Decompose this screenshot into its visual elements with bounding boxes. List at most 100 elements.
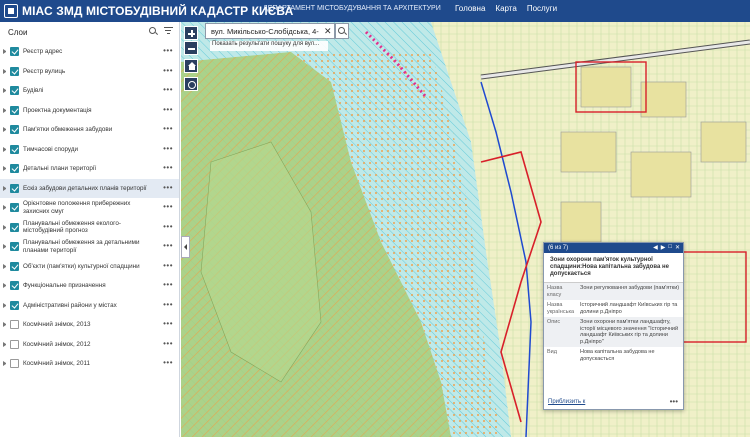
expand-arrow-icon[interactable]: [3, 302, 7, 308]
popup-header: (6 из 7) ◀ ▶ □ ✕: [544, 243, 683, 253]
layer-checkbox[interactable]: [10, 300, 19, 310]
layer-label: Об'єкти (пам'ятки) культурної спадщини: [23, 262, 140, 270]
search-suggestion[interactable]: Показать результати пошуку для вул...: [210, 41, 328, 51]
locate-button[interactable]: [184, 77, 198, 91]
more-options-icon[interactable]: •••: [163, 105, 173, 113]
more-options-icon[interactable]: •••: [163, 242, 173, 250]
zoom-in-button[interactable]: [184, 26, 198, 40]
city-logo-icon: [4, 4, 18, 18]
expand-arrow-icon[interactable]: [3, 49, 7, 54]
layer-item[interactable]: Космічний знімок, 2013 •••: [0, 315, 179, 335]
expand-arrow-icon[interactable]: [3, 205, 7, 210]
expand-arrow-icon[interactable]: [3, 88, 7, 93]
layer-item[interactable]: Тимчасові споруди •••: [0, 140, 179, 160]
main-nav: Головна Карта Послуги: [455, 4, 557, 13]
more-options-icon[interactable]: •••: [163, 164, 173, 172]
filter-icon[interactable]: [164, 27, 173, 36]
more-options-icon[interactable]: •••: [163, 125, 173, 133]
nav-services[interactable]: Послуги: [527, 4, 557, 13]
prev-feature-icon[interactable]: ◀: [653, 244, 658, 251]
more-options-icon[interactable]: •••: [163, 144, 173, 152]
attribute-value: Історичний ландшафт Київських гір та дол…: [580, 302, 678, 315]
search-icon: [338, 27, 347, 36]
layer-checkbox[interactable]: [10, 105, 19, 115]
attribute-key: Назва класу: [544, 283, 578, 300]
layer-checkbox[interactable]: [10, 47, 19, 57]
search-button[interactable]: [335, 23, 349, 39]
layer-item[interactable]: Адміністративні райони у містах •••: [0, 296, 179, 316]
layer-checkbox[interactable]: [10, 125, 19, 135]
layer-item[interactable]: Будівлі •••: [0, 81, 179, 101]
feature-popup: (6 из 7) ◀ ▶ □ ✕ Зони охорони пам'яток к…: [543, 242, 684, 410]
layer-checkbox[interactable]: [10, 261, 19, 271]
expand-arrow-icon[interactable]: [3, 68, 7, 74]
layer-item[interactable]: Космічний знімок, 2012 •••: [0, 335, 179, 355]
home-extent-button[interactable]: [184, 59, 198, 73]
more-options-icon[interactable]: •••: [163, 222, 173, 230]
close-icon[interactable]: ✕: [675, 244, 680, 251]
expand-arrow-icon[interactable]: [3, 166, 7, 171]
layer-item[interactable]: Детальні плани території •••: [0, 159, 179, 179]
layer-item[interactable]: Орієнтовне положення прибережних захисни…: [0, 198, 179, 218]
layer-checkbox[interactable]: [10, 320, 19, 330]
more-options-icon[interactable]: •••: [163, 359, 173, 367]
layer-checkbox[interactable]: [10, 281, 19, 291]
more-options-icon[interactable]: •••: [163, 203, 173, 211]
more-options-icon[interactable]: •••: [163, 183, 173, 191]
layer-label: Будівлі: [23, 87, 44, 94]
zoom-to-link[interactable]: Приблизить к: [548, 399, 585, 405]
more-options-icon[interactable]: •••: [163, 320, 173, 328]
layer-item[interactable]: Планувальні обмеження еколого-містобудів…: [0, 218, 179, 238]
layer-item[interactable]: Реєстр вулиць •••: [0, 62, 179, 82]
expand-arrow-icon[interactable]: [3, 127, 7, 132]
more-options-icon[interactable]: •••: [163, 300, 173, 308]
layer-checkbox[interactable]: [10, 183, 19, 193]
layer-checkbox[interactable]: [10, 144, 19, 154]
clear-icon[interactable]: ✕: [324, 26, 334, 37]
layer-checkbox[interactable]: [10, 242, 19, 252]
expand-arrow-icon[interactable]: [3, 185, 7, 191]
layer-item[interactable]: Пам'ятки обмеження забудови •••: [0, 120, 179, 140]
next-feature-icon[interactable]: ▶: [661, 244, 666, 251]
layer-item[interactable]: Космічний знімок, 2011 •••: [0, 354, 179, 374]
search-icon[interactable]: [149, 27, 158, 36]
more-options-icon[interactable]: •••: [670, 397, 678, 406]
more-options-icon[interactable]: •••: [163, 86, 173, 94]
layer-item[interactable]: Проектна документація •••: [0, 101, 179, 121]
layer-item[interactable]: Об'єкти (пам'ятки) культурної спадщини ••…: [0, 257, 179, 277]
expand-arrow-icon[interactable]: [3, 283, 7, 288]
layer-checkbox[interactable]: [10, 86, 19, 96]
attribute-value: Нова капітальна забудова не допускається: [580, 349, 655, 362]
layer-item[interactable]: Функціональне призначення •••: [0, 276, 179, 296]
nav-map[interactable]: Карта: [495, 4, 516, 13]
expand-arrow-icon[interactable]: [3, 224, 7, 230]
zoom-out-button[interactable]: [184, 41, 198, 55]
layer-checkbox[interactable]: [10, 203, 19, 213]
layer-item-selected[interactable]: Ескіз забудови детальних планів територі…: [0, 178, 179, 198]
layer-item[interactable]: Планувальні обмеження за детальними план…: [0, 237, 179, 257]
layer-checkbox[interactable]: [10, 359, 19, 369]
more-options-icon[interactable]: •••: [163, 47, 173, 55]
expand-arrow-icon[interactable]: [3, 341, 7, 347]
collapse-panel-button[interactable]: [181, 236, 190, 258]
expand-arrow-icon[interactable]: [3, 263, 7, 269]
expand-arrow-icon[interactable]: [3, 146, 7, 152]
expand-arrow-icon[interactable]: [3, 322, 7, 327]
expand-arrow-icon[interactable]: [3, 361, 7, 366]
layer-label: Детальні плани території: [23, 165, 97, 172]
expand-arrow-icon[interactable]: [3, 107, 7, 113]
layer-checkbox[interactable]: [10, 339, 19, 349]
more-options-icon[interactable]: •••: [163, 261, 173, 269]
more-options-icon[interactable]: •••: [163, 339, 173, 347]
nav-home[interactable]: Головна: [455, 4, 485, 13]
more-options-icon[interactable]: •••: [163, 66, 173, 74]
layer-checkbox[interactable]: [10, 222, 19, 232]
more-options-icon[interactable]: •••: [163, 281, 173, 289]
layer-checkbox[interactable]: [10, 164, 19, 174]
expand-arrow-icon[interactable]: [3, 244, 7, 249]
layer-item[interactable]: Реєстр адрес •••: [0, 42, 179, 62]
search-input[interactable]: вул. Микільсько-Слобідська, 4-: [206, 27, 324, 36]
maximize-icon[interactable]: □: [668, 244, 672, 251]
layer-checkbox[interactable]: [10, 66, 19, 76]
attribute-key: Вид: [547, 349, 557, 355]
